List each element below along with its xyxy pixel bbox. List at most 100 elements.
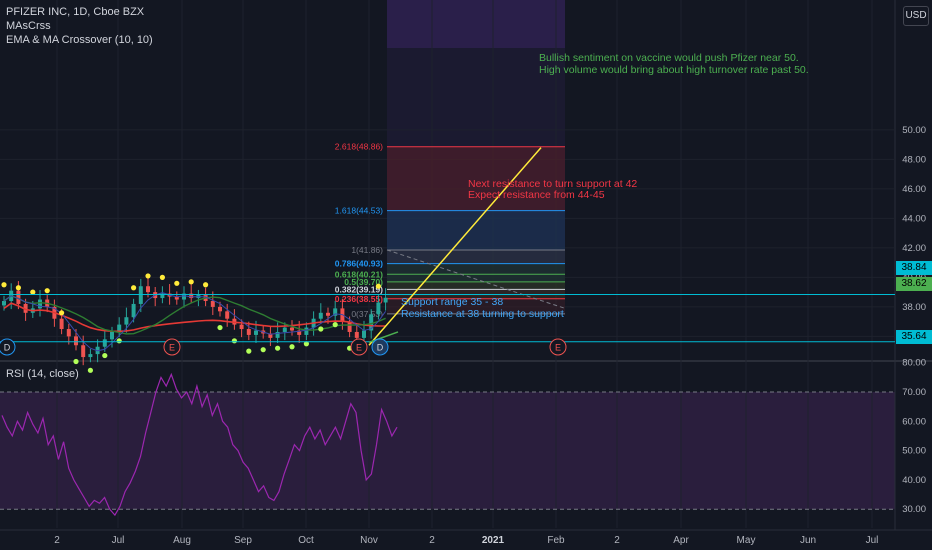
candle-body [383,297,388,303]
signal-dot [87,367,93,373]
x-tick-label: Apr [673,535,689,546]
event-marker-label: D [377,343,384,353]
time-axis[interactable]: 2 Jul Aug Sep Oct Nov 2 2021 Feb 2 Apr May Jun Jul [54,535,878,546]
signal-dot [275,345,281,351]
rsi-tick-label: 80.00 [902,358,926,369]
signal-dot [231,338,237,344]
signal-dot [318,326,324,332]
rsi-tick-label: 50.00 [902,446,926,457]
fib-zone [387,281,565,290]
signal-dot [174,280,180,286]
event-marker-label: E [356,343,362,353]
signal-dot [15,285,21,291]
candle-body [210,301,215,307]
candle-body [102,339,107,347]
x-tick-label: 2 [614,535,620,546]
event-marker: E [549,338,567,356]
candle-body [138,286,143,304]
signal-dot [188,279,194,285]
y-tick-label: 50.00 [902,125,926,136]
candle-body [2,301,6,306]
candle-body [88,354,93,358]
signal-dot [332,322,338,328]
fib-level-label: 1(41.86) [351,245,383,255]
annotation-text: Resistance at 38 turning to support [401,308,564,320]
x-tick-label: Jul [866,535,879,546]
candle-body [282,327,287,332]
x-tick-label: Jun [800,535,816,546]
rsi-band-fill [0,392,895,510]
x-tick-label: 2 [54,535,60,546]
signal-dot [289,344,295,350]
signal-dot [1,282,7,288]
x-tick-label: Feb [547,535,565,546]
signal-dot [217,324,223,331]
fib-zone [387,263,565,275]
candle-body [290,327,294,331]
rsi-tick-label: 40.00 [902,475,926,486]
rsi-title: RSI (14, close) [6,368,79,380]
indicator-macrss: MAsCrss [6,20,51,32]
candle-body [218,306,222,312]
event-marker-label: D [4,343,11,353]
fib-level-label: 2.618(48.86) [335,142,383,152]
indicator-ema: EMA & MA Crossover (10, 10) [6,34,153,46]
x-tick-label: Nov [360,535,378,546]
signal-dot [375,283,381,289]
event-marker: E [163,338,181,356]
signal-dot [44,288,50,294]
y-tick-label: 46.00 [902,184,926,195]
candle-body [239,324,244,330]
candle-body [246,329,251,335]
x-tick-label: Jul [112,535,125,546]
candle-body [146,286,150,293]
x-tick-label: 2021 [482,535,505,546]
candle-body [354,331,359,338]
rsi-tick-label: 30.00 [902,504,926,515]
currency-button[interactable]: USD [903,6,929,26]
candle-body [304,327,309,335]
rsi-tick-label: 70.00 [902,387,926,398]
x-tick-label: May [737,535,756,546]
candle-body [131,303,136,318]
chart-canvas[interactable]: 2.618(48.86) 1.618(44.53) 1(41.86) 0.786(40… [0,0,932,550]
signal-dot [203,282,209,288]
candle-body [376,302,381,315]
candle-body [66,329,71,337]
rsi-tick-label: 60.00 [902,416,926,427]
price-axis[interactable]: 36.0038.0040.0042.0044.0046.0048.0050.00… [902,125,926,515]
signal-dot [30,289,36,295]
x-tick-label: Sep [234,535,252,546]
event-marker-label: E [555,343,561,353]
fib-level-label: 1.618(44.53) [335,206,383,216]
signal-dot [73,358,79,365]
fib-zone [387,274,565,282]
signal-dot [145,273,151,279]
annotation-text: Bullish sentiment on vaccine would push … [539,52,799,64]
candle-body [110,331,114,340]
signal-dot [260,347,266,353]
event-marker-label: E [169,343,175,353]
event-marker: E [350,338,368,356]
x-tick-label: Oct [298,535,314,546]
x-tick-label: 2 [429,535,435,546]
fib-level-label: 0.786(40.93) [335,259,383,269]
fib-zone [387,210,565,250]
candle-body [254,330,258,335]
candle-body [38,299,42,309]
candle-body [74,336,78,346]
legend: PFIZER INC, 1D, Cboe BZX MAsCrss EMA & M… [6,5,153,47]
symbol-title: PFIZER INC, 1D, Cboe BZX [6,6,145,18]
event-marker: D [371,338,389,356]
candle-body [362,330,366,338]
projection-zone-top [387,0,565,48]
candle-body [318,312,323,319]
annotation-text: Support range 35 - 38 [401,296,503,308]
signal-dot [116,338,122,344]
y-tick-label: 42.00 [902,243,926,254]
fib-zone [387,249,565,264]
y-tick-label: 38.00 [902,302,926,313]
candle-body [81,345,86,358]
candle-body [124,317,129,325]
price-label-upper: 38.84 [896,261,932,275]
